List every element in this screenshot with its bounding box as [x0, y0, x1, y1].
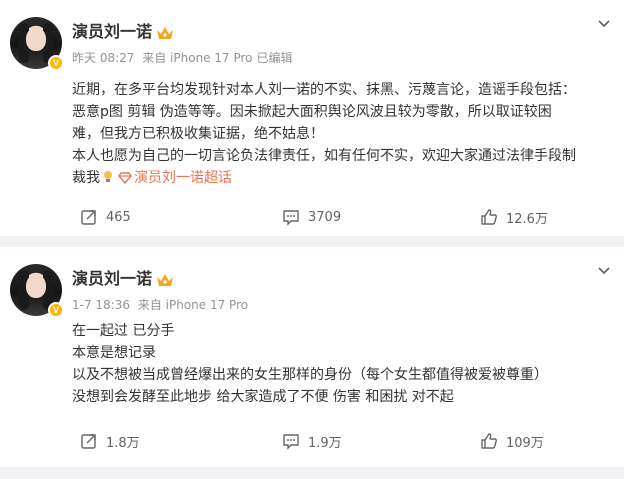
weibo-post-card: V 演员刘一诺 昨天 08:27 来自 iPhone 17 Pro 已编辑 近期，…: [0, 0, 624, 236]
like-count: 109万: [506, 435, 544, 451]
edited-label[interactable]: 已编辑: [257, 51, 293, 65]
username-link[interactable]: 演员刘一诺: [72, 269, 174, 289]
thumbs-up-icon: [481, 433, 497, 449]
avatar-face: [26, 27, 46, 51]
crown-icon: [157, 26, 174, 39]
topic-bulb-icon: [104, 171, 112, 182]
repost-button[interactable]: 1.8万: [80, 430, 140, 452]
post-content: 在一起过 已分手 本意是想记录 以及不想被当成曾经爆出来的女生那样的身份（每个女…: [72, 320, 608, 408]
crown-icon: [157, 273, 174, 286]
content-line: 本意是想记录: [72, 345, 156, 361]
content-line: 没想到会发酵至此地步 给大家造成了不便 伤害 和困扰 对不起: [72, 389, 454, 405]
comment-button[interactable]: 3709: [282, 206, 341, 228]
repost-count: 1.8万: [106, 435, 140, 451]
avatar[interactable]: V: [10, 17, 64, 71]
post-content: 近期，在多平台均发现针对本人刘一诺的不实、抹黑、污蔑言论，造谣手段包括： 恶意p…: [72, 79, 608, 189]
verified-v-icon: V: [48, 302, 64, 318]
content-line: 裁我 演员刘一诺超话: [72, 170, 232, 186]
post-time[interactable]: 1-7 18:36: [72, 298, 130, 312]
post-footer: 465 3709 12.6万: [72, 206, 608, 228]
repost-icon: [81, 210, 96, 225]
like-button[interactable]: 12.6万: [480, 206, 548, 228]
post-source: 来自 iPhone 17 Pro: [142, 51, 253, 65]
username-link[interactable]: 演员刘一诺: [72, 22, 174, 42]
content-line: 近期，在多平台均发现针对本人刘一诺的不实、抹黑、污蔑言论，造谣手段包括：: [72, 82, 576, 98]
topic-diamond-icon: [118, 172, 132, 184]
thumbs-up-icon: [481, 209, 497, 225]
content-line: 在一起过 已分手: [72, 323, 175, 339]
repost-count: 465: [106, 209, 131, 225]
comment-icon: [283, 434, 299, 450]
content-line: 本人也愿为自己的一切言论负法律责任，如有任何不实，欢迎大家通过法律手段制: [72, 148, 576, 164]
comment-count: 1.9万: [308, 435, 342, 451]
post-footer: 1.8万 1.9万 109万: [72, 430, 608, 452]
chevron-down-icon[interactable]: [596, 263, 612, 279]
post-time[interactable]: 昨天 08:27: [72, 51, 134, 65]
like-count: 12.6万: [506, 211, 548, 227]
post-source: 来自 iPhone 17 Pro: [137, 298, 249, 312]
repost-button[interactable]: 465: [80, 206, 131, 228]
like-button[interactable]: 109万: [480, 430, 544, 452]
comment-count: 3709: [308, 209, 342, 225]
post-meta: 1-7 18:36 来自 iPhone 17 Pro: [72, 297, 252, 313]
post-meta: 昨天 08:27 来自 iPhone 17 Pro 已编辑: [72, 50, 297, 66]
chevron-down-icon[interactable]: [596, 16, 612, 32]
verified-v-icon: V: [48, 55, 64, 71]
content-line: 恶意p图 剪辑 伪造等等。因未掀起大面积舆论风波且较为零散，所以取证较困: [72, 104, 552, 120]
content-line: 以及不想被当成曾经爆出来的女生那样的身份（每个女生都值得被爱被尊重）: [72, 367, 548, 383]
comment-button[interactable]: 1.9万: [282, 430, 342, 452]
avatar-face: [26, 274, 46, 298]
content-line: 难，但我方已积极收集证据，绝不姑息！: [72, 126, 324, 142]
comment-icon: [283, 210, 299, 226]
repost-icon: [81, 434, 96, 449]
avatar[interactable]: V: [10, 264, 64, 318]
topic-link[interactable]: 演员刘一诺超话: [116, 170, 232, 186]
